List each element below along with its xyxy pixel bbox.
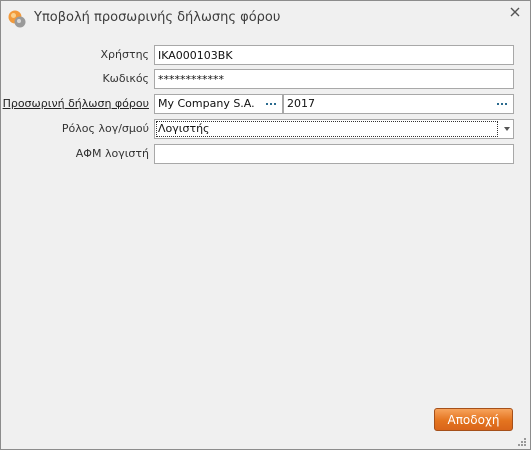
afm-field[interactable]: [154, 144, 514, 164]
ellipsis-icon[interactable]: [266, 103, 278, 106]
title-bar[interactable]: Υποβολή προσωρινής δήλωσης φόρου: [1, 1, 530, 35]
dialog-window: Υποβολή προσωρινής δήλωσης φόρου Χρήστης…: [0, 0, 531, 450]
close-icon[interactable]: [506, 3, 524, 21]
role-select[interactable]: Λογιστής: [154, 119, 514, 139]
year-value: 2017: [287, 97, 315, 110]
window-title: Υποβολή προσωρινής δήλωσης φόρου: [34, 10, 281, 25]
password-field[interactable]: [154, 69, 514, 89]
company-value: My Company S.A.: [158, 97, 255, 110]
afm-input[interactable]: [158, 147, 508, 161]
company-lookup-field[interactable]: My Company S.A.: [154, 94, 283, 114]
role-value: Λογιστής: [158, 122, 210, 135]
afm-label: ΑΦΜ λογιστή: [75, 147, 149, 160]
user-row: Χρήστης: [1, 45, 530, 65]
declaration-row: Προσωρινή δήλωση φόρου My Company S.A. 2…: [1, 94, 530, 114]
app-logo-icon: [8, 10, 26, 28]
ellipsis-icon[interactable]: [497, 103, 509, 106]
accept-button[interactable]: Αποδοχή: [434, 408, 513, 431]
user-input[interactable]: [158, 48, 508, 62]
password-input[interactable]: [158, 72, 508, 86]
declaration-link[interactable]: Προσωρινή δήλωση φόρου: [3, 97, 149, 110]
role-label: Ρόλος λογ/σμού: [61, 122, 149, 135]
user-label: Χρήστης: [100, 48, 149, 61]
chevron-down-icon[interactable]: [504, 127, 510, 131]
year-lookup-field[interactable]: 2017: [283, 94, 514, 114]
password-row: Κωδικός: [1, 69, 530, 89]
resize-grip-icon[interactable]: [517, 437, 527, 447]
password-label: Κωδικός: [102, 72, 149, 85]
user-field[interactable]: [154, 45, 514, 65]
role-row: Ρόλος λογ/σμού Λογιστής: [1, 119, 530, 139]
afm-row: ΑΦΜ λογιστή: [1, 144, 530, 164]
